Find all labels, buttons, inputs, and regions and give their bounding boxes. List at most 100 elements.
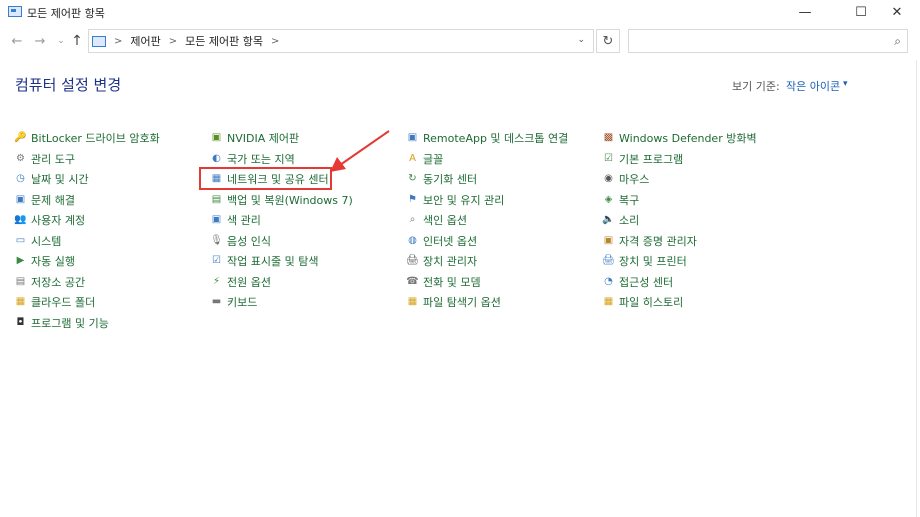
control-panel-item-label: 소리 (619, 214, 640, 228)
breadcrumb-separator: > (114, 35, 123, 47)
date-time-icon: ◷ (16, 173, 25, 185)
view-by-dropdown[interactable]: 작은 아이콘 (786, 78, 840, 94)
color-management-icon: ▣ (211, 214, 222, 226)
control-panel-item[interactable]: 🔈 소리 (602, 210, 798, 231)
search-icon[interactable]: ⌕ (894, 34, 901, 49)
control-panel-item[interactable]: ◍ 인터넷 옵션 (406, 231, 602, 252)
control-panel-item[interactable]: 🖨 장치 관리자 (406, 251, 602, 272)
control-panel-item-label: 작업 표시줄 및 탐색 (227, 255, 319, 269)
control-panel-item-label: 글꼴 (423, 152, 444, 166)
chevron-down-icon[interactable]: ⌄ (577, 35, 585, 45)
control-panel-item-label: 기본 프로그램 (619, 152, 684, 166)
file-explorer-options-icon: ▦ (407, 296, 418, 308)
control-panel-item[interactable]: ◈ 복구 (602, 190, 798, 211)
minimize-button[interactable]: — (782, 0, 828, 24)
control-panel-item[interactable]: 🖨 장치 및 프린터 (602, 251, 798, 272)
view-by-caret-icon[interactable]: ▾ (843, 79, 848, 89)
cloud-folder-icon: ▦ (15, 296, 26, 308)
control-panel-item[interactable]: ⚡ 전원 옵션 (210, 272, 406, 293)
control-panel-item[interactable]: ▣ 색 관리 (210, 210, 406, 231)
control-panel-item-label: 보안 및 유지 관리 (423, 193, 505, 207)
device-manager-icon: 🖨 (406, 255, 419, 267)
breadcrumb-separator[interactable]: > (271, 36, 279, 47)
programs-features-icon: ◘ (16, 316, 25, 328)
credential-manager-icon: ▣ (603, 234, 614, 246)
control-panel-item-label: 장치 관리자 (423, 255, 478, 269)
control-panel-item[interactable]: ☑ 기본 프로그램 (602, 149, 798, 170)
control-panel-item[interactable]: ◉ 마우스 (602, 169, 798, 190)
control-panel-item[interactable]: ⚑ 보안 및 유지 관리 (406, 190, 602, 211)
back-button[interactable]: ← (8, 28, 26, 54)
nvidia-icon: ▣ (211, 132, 222, 144)
fonts-icon: A (409, 152, 416, 164)
control-panel-item-label: 저장소 공간 (31, 275, 86, 289)
control-panel-item[interactable]: ▶ 자동 실행 (14, 251, 210, 272)
default-programs-icon: ☑ (604, 152, 613, 164)
close-button[interactable]: ✕ (874, 0, 920, 24)
control-panel-item-label: 전화 및 모뎀 (423, 275, 481, 289)
control-panel-item[interactable]: ▣ 문제 해결 (14, 190, 210, 211)
control-panel-item[interactable]: 🎙 음성 인식 (210, 231, 406, 252)
control-panel-item[interactable]: ↻ 동기화 센터 (406, 169, 602, 190)
control-panel-item-label: 색인 옵션 (423, 214, 467, 228)
control-panel-item[interactable]: 👥 사용자 계정 (14, 210, 210, 231)
control-panel-item-label: NVIDIA 제어판 (227, 132, 300, 146)
security-maintenance-icon: ⚑ (408, 193, 417, 205)
window-title: 모든 제어판 항목 (27, 7, 105, 20)
control-panel-item-label: 접근성 센터 (619, 275, 674, 289)
control-panel-item[interactable]: ▦ 클라우드 폴더 (14, 292, 210, 313)
control-panel-item[interactable]: A 글꼴 (406, 149, 602, 170)
control-panel-item[interactable]: ⌕ 색인 옵션 (406, 210, 602, 231)
control-panel-item[interactable]: ▤ 저장소 공간 (14, 272, 210, 293)
control-panel-item[interactable]: ▭ 시스템 (14, 231, 210, 252)
control-panel-item-label: 동기화 센터 (423, 173, 478, 187)
address-bar[interactable]: > 제어판 > 모든 제어판 항목 > ⌄ (88, 29, 594, 53)
control-panel-item[interactable]: ▣ 자격 증명 관리자 (602, 231, 798, 252)
control-panel-item-label: 자동 실행 (31, 255, 75, 269)
control-panel-item-label: 관리 도구 (31, 152, 75, 166)
control-panel-item[interactable]: ◔ 접근성 센터 (602, 272, 798, 293)
search-input[interactable] (635, 31, 875, 51)
control-panel-item-label: Windows Defender 방화벽 (619, 132, 757, 146)
control-panel-item[interactable]: ◘ 프로그램 및 기능 (14, 313, 210, 334)
control-panel-item-label: 파일 탐색기 옵션 (423, 296, 501, 310)
speech-recognition-icon: 🎙 (210, 234, 223, 246)
indexing-options-icon: ⌕ (409, 214, 416, 226)
breadcrumb-control-panel[interactable]: 제어판 (130, 33, 160, 49)
control-panel-item[interactable]: 🔑 BitLocker 드라이브 암호화 (14, 128, 210, 149)
breadcrumb-all-items[interactable]: 모든 제어판 항목 (185, 33, 263, 49)
control-panel-item[interactable]: ⚙ 관리 도구 (14, 149, 210, 170)
up-button[interactable]: ↑ (68, 28, 86, 54)
control-panel-item[interactable]: ▣ RemoteApp 및 데스크톱 연결 (406, 128, 602, 149)
mouse-icon: ◉ (604, 173, 613, 185)
forward-button[interactable]: → (31, 28, 49, 54)
control-panel-item[interactable]: ▬ 키보드 (210, 292, 406, 313)
control-panel-item[interactable]: ▩ Windows Defender 방화벽 (602, 128, 798, 149)
control-panel-item-label: 백업 및 복원(Windows 7) (227, 193, 353, 207)
refresh-button[interactable]: ↻ (596, 29, 620, 53)
bitlocker-icon: 🔑 (14, 132, 27, 144)
view-by-label: 보기 기준: (732, 80, 780, 93)
storage-spaces-icon: ▤ (15, 275, 26, 287)
control-panel-item[interactable]: ▤ 백업 및 복원(Windows 7) (210, 190, 406, 211)
backup-restore-icon: ▤ (211, 193, 222, 205)
control-panel-item[interactable]: ☑ 작업 표시줄 및 탐색 (210, 251, 406, 272)
control-panel-item[interactable]: ▦ 파일 히스토리 (602, 292, 798, 313)
control-panel-item-label: 전원 옵션 (227, 275, 271, 289)
control-panel-item[interactable]: ☎ 전화 및 모뎀 (406, 272, 602, 293)
highlight-box (199, 167, 332, 190)
control-panel-location-icon (92, 35, 106, 47)
control-panel-item[interactable]: ▦ 파일 탐색기 옵션 (406, 292, 602, 313)
admin-tools-icon: ⚙ (16, 152, 25, 164)
taskbar-icon: ☑ (212, 255, 221, 267)
control-panel-item[interactable]: ◷ 날짜 및 시간 (14, 169, 210, 190)
search-box[interactable]: ⌕ (628, 29, 908, 53)
items-column-4: ▩ Windows Defender 방화벽 ☑ 기본 프로그램 ◉ 마우스 ◈ 복구 🔈 소리 ▣… (602, 128, 798, 313)
control-panel-item-label: BitLocker 드라이브 암호화 (31, 132, 160, 146)
control-panel-item-label: 인터넷 옵션 (423, 234, 478, 248)
items-column-1: 🔑 BitLocker 드라이브 암호화 ⚙ 관리 도구 ◷ 날짜 및 시간 ▣ 문제 해결 👥… (14, 128, 210, 333)
control-panel-item-label: 복구 (619, 193, 640, 207)
internet-options-icon: ◍ (408, 234, 417, 246)
control-panel-item-label: RemoteApp 및 데스크톱 연결 (423, 132, 569, 146)
control-panel-item-label: 국가 또는 지역 (227, 152, 295, 166)
